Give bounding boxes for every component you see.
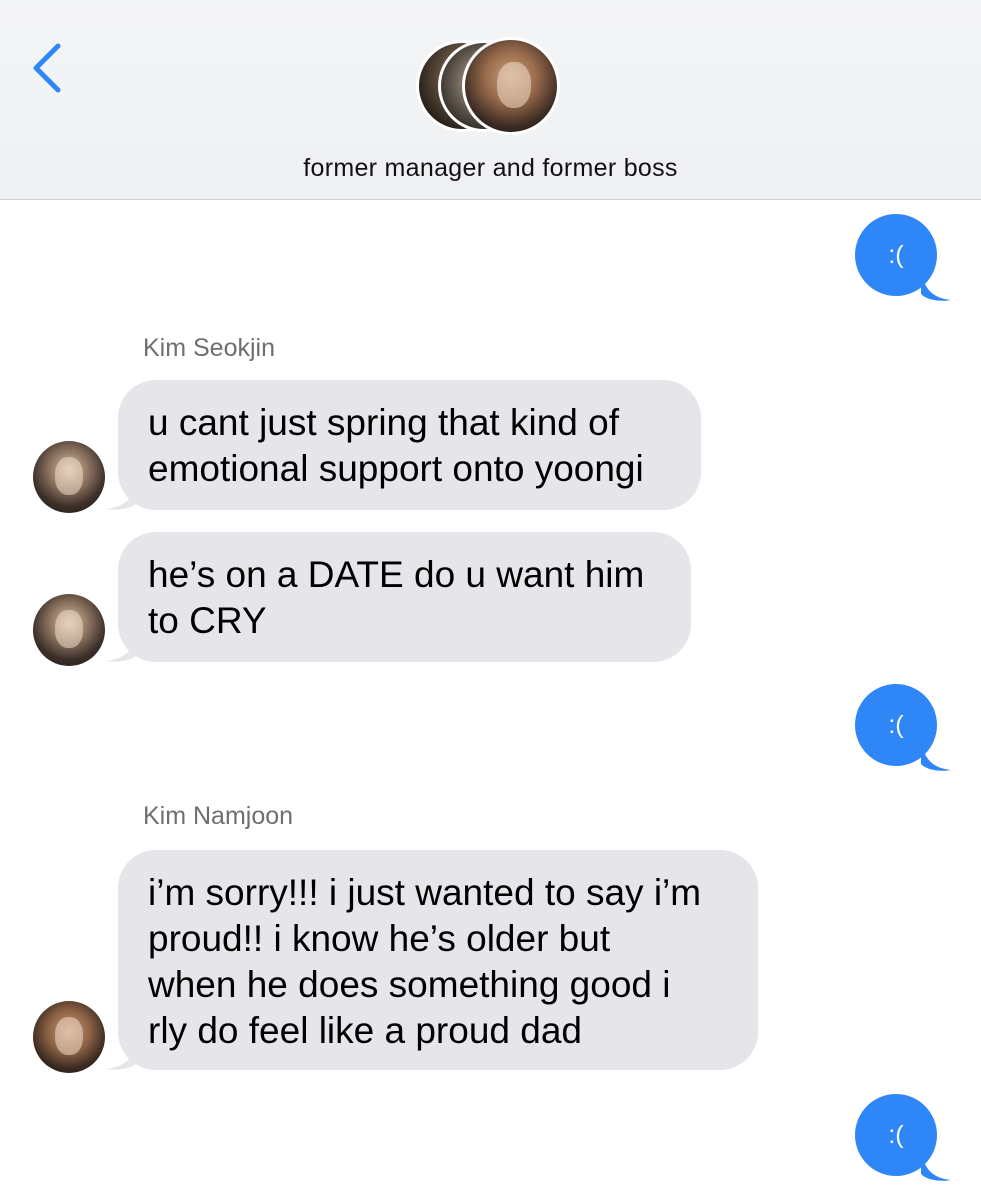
sender-name: Kim Namjoon xyxy=(143,802,294,830)
sent-message[interactable]: :( xyxy=(855,214,951,301)
sent-message[interactable]: :( xyxy=(855,684,951,771)
sent-message[interactable]: :( xyxy=(855,1094,951,1181)
sent-message-text: :( xyxy=(888,711,904,739)
received-message-text: u cant just spring that kind of emotiona… xyxy=(148,402,644,489)
conversation-header: former manager and former boss xyxy=(0,0,981,200)
received-message[interactable]: i’m sorry!!! i just wanted to say i’m pr… xyxy=(106,850,758,1070)
group-avatar-3 xyxy=(462,37,560,135)
bubble-tail-icon xyxy=(106,480,138,510)
received-message[interactable]: u cant just spring that kind of emotiona… xyxy=(106,380,701,510)
received-message-text: he’s on a DATE do u want him to CRY xyxy=(148,554,645,641)
received-message[interactable]: he’s on a DATE do u want him to CRY xyxy=(106,532,691,662)
bubble-tail-icon xyxy=(106,632,138,662)
chevron-left-icon xyxy=(33,43,61,93)
received-message-text: i’m sorry!!! i just wanted to say i’m pr… xyxy=(148,872,702,1051)
sent-message-text: :( xyxy=(888,1121,904,1149)
conversation-title[interactable]: former manager and former boss xyxy=(0,154,981,183)
avatar[interactable] xyxy=(33,594,105,666)
sent-message-text: :( xyxy=(888,241,904,269)
group-avatar-stack[interactable] xyxy=(416,37,566,140)
avatar[interactable] xyxy=(33,1001,105,1073)
bubble-tail-icon xyxy=(106,1040,138,1070)
avatar[interactable] xyxy=(33,441,105,513)
sender-name: Kim Seokjin xyxy=(143,334,275,362)
back-button[interactable] xyxy=(28,40,68,96)
